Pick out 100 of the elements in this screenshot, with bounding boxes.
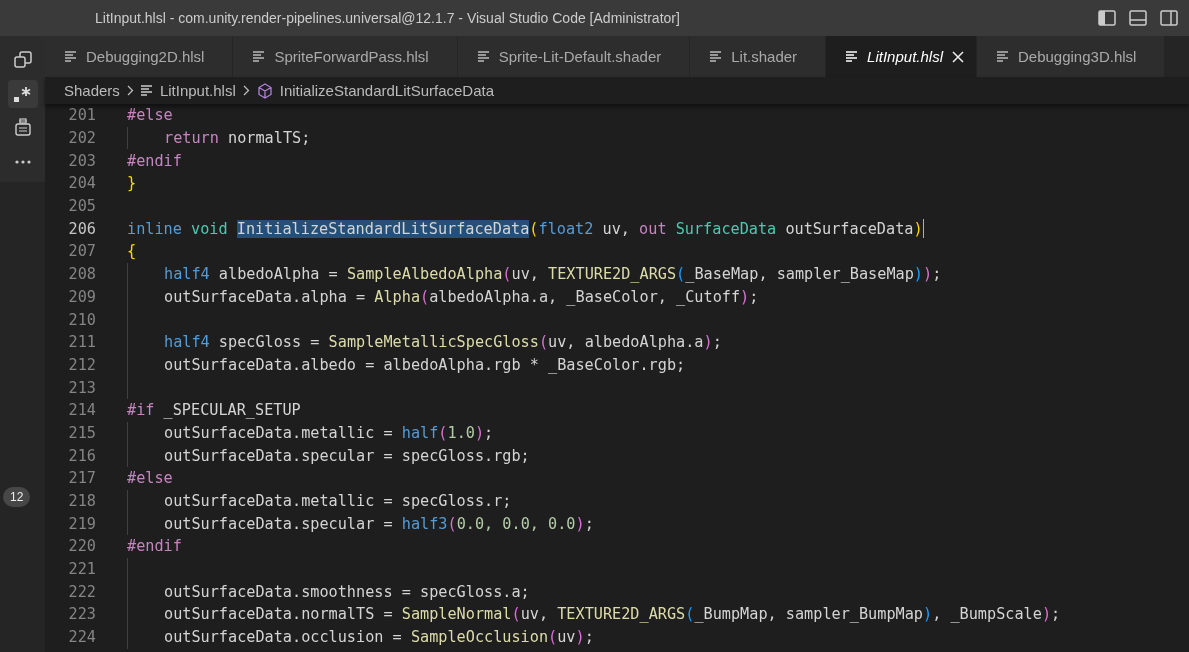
bracket-token: ( bbox=[548, 628, 558, 647]
file-lines-icon bbox=[477, 51, 490, 62]
type-token: half4 bbox=[164, 265, 210, 284]
regex-icon[interactable] bbox=[12, 85, 33, 103]
type-token: SurfaceData bbox=[675, 219, 777, 238]
function-token: SampleMetallicSpecGloss bbox=[328, 333, 539, 352]
editor-tab[interactable]: Debugging2D.hlsl bbox=[45, 36, 234, 77]
code-text: normalTS; bbox=[227, 129, 311, 148]
sidebar-toggle-icon[interactable] bbox=[1098, 10, 1116, 26]
line-number: 215 bbox=[67, 423, 96, 442]
line-number: 212 bbox=[67, 355, 96, 374]
code-text: outSurfaceData bbox=[784, 219, 914, 238]
code-text: outSurfaceData.alpha = bbox=[164, 287, 367, 306]
function-token: TEXTURE2D_ARGS bbox=[548, 265, 677, 284]
type-token: half bbox=[401, 423, 439, 442]
keyword-token: out bbox=[639, 219, 668, 238]
line-number: 217 bbox=[67, 469, 96, 488]
editor-tab[interactable]: SpriteForwardPass.hlsl bbox=[233, 36, 458, 77]
code-text: outSurfaceData.specular = specGloss.rgb; bbox=[164, 446, 530, 465]
code-text: ; bbox=[712, 333, 722, 352]
more-icon[interactable] bbox=[13, 159, 32, 165]
file-lines-icon bbox=[710, 51, 723, 62]
bracket-token: ( bbox=[676, 265, 686, 284]
keyword-token: #else bbox=[127, 469, 173, 488]
code-text: ; bbox=[484, 423, 494, 442]
selected-text: InitializeStandardLitSurfaceData bbox=[236, 219, 530, 238]
split-layout-icon[interactable] bbox=[1160, 10, 1178, 26]
line-number: 207 bbox=[67, 242, 96, 261]
code-text: specGloss = bbox=[217, 333, 321, 352]
function-token: SampleAlbedoAlpha bbox=[346, 265, 503, 284]
line-number: 210 bbox=[67, 310, 96, 329]
code-text: uv, bbox=[511, 265, 540, 284]
keyword-token: #else bbox=[127, 106, 173, 125]
code-text: outSurfaceData.albedo = albedoAlpha.rgb * _BaseColor.rgb; bbox=[164, 355, 686, 374]
number-token: 1.0 bbox=[447, 423, 475, 442]
bracket-token: ) bbox=[1041, 605, 1052, 624]
type-token: half3 bbox=[401, 514, 448, 533]
bracket-token: ( bbox=[538, 333, 549, 352]
code-text: ; bbox=[932, 265, 942, 284]
line-number: 218 bbox=[67, 492, 96, 511]
file-lines-icon bbox=[65, 51, 77, 62]
line-number: 221 bbox=[67, 560, 96, 579]
chevron-icon bbox=[242, 85, 250, 96]
breadcrumb-item[interactable]: InitializeStandardLitSurfaceData bbox=[279, 82, 495, 99]
number-token: 0.0, 0.0, 0.0 bbox=[456, 514, 576, 533]
chip-icon[interactable] bbox=[13, 118, 32, 138]
panel-toggle-icon[interactable] bbox=[1129, 10, 1147, 26]
bracket-token: } bbox=[127, 174, 137, 193]
file-lines-icon bbox=[140, 84, 153, 97]
function-token: SampleNormal bbox=[401, 605, 512, 624]
file-lines-icon bbox=[253, 51, 266, 62]
code-text: ; bbox=[1051, 605, 1061, 624]
type-token: half4 bbox=[164, 333, 210, 352]
bracket-token: ( bbox=[447, 514, 457, 533]
code-text: _BaseMap, sampler_BaseMap bbox=[685, 265, 914, 284]
code-text: , _BumpScale bbox=[932, 605, 1042, 624]
line-number: 203 bbox=[67, 151, 96, 170]
close-icon[interactable] bbox=[952, 50, 964, 63]
line-number: 206 bbox=[67, 219, 96, 238]
line-number: 219 bbox=[67, 514, 96, 533]
code-text: _SPECULAR_SETUP bbox=[162, 401, 301, 420]
code-text: ; bbox=[584, 514, 594, 533]
code-text: ; bbox=[584, 628, 594, 647]
breadcrumb-item[interactable]: Shaders bbox=[64, 82, 120, 99]
code-text: outSurfaceData.smoothness = specGloss.a; bbox=[164, 582, 530, 601]
line-number: 211 bbox=[67, 333, 96, 352]
bracket-token: ( bbox=[438, 423, 448, 442]
keyword-token: #endif bbox=[127, 151, 182, 170]
bracket-token: ) bbox=[740, 287, 750, 306]
editor-tab[interactable]: Sprite-Lit-Default.shader bbox=[457, 36, 691, 77]
code-text: outSurfaceData.specular = bbox=[164, 514, 394, 533]
bracket-token: ( bbox=[420, 287, 430, 306]
editor-tab[interactable]: LitInput.hlsl bbox=[826, 36, 977, 77]
line-number: 202 bbox=[67, 129, 96, 148]
code-text: outSurfaceData.occlusion = bbox=[164, 628, 403, 647]
bracket-token: { bbox=[127, 242, 137, 261]
keyword-token: return bbox=[164, 129, 219, 148]
bracket-token: ) bbox=[575, 514, 585, 533]
line-number: 213 bbox=[67, 378, 96, 397]
line-number: 214 bbox=[67, 401, 96, 420]
function-token: Alpha bbox=[374, 287, 421, 306]
function-token: SampleOcclusion bbox=[410, 628, 549, 647]
code-text: _BumpMap, sampler_BumpMap bbox=[694, 605, 923, 624]
bracket-token: ( bbox=[511, 605, 521, 624]
editor-tab[interactable]: Debugging3D.hlsl bbox=[977, 36, 1166, 77]
keyword-token: #if bbox=[127, 401, 155, 420]
copy-icon[interactable] bbox=[13, 51, 32, 69]
editor-tab[interactable]: Lit.shader bbox=[690, 36, 827, 77]
bracket-token: ( bbox=[685, 605, 695, 624]
code-text: uv bbox=[557, 628, 576, 647]
breadcrumb-item[interactable]: LitInput.hlsl bbox=[159, 82, 236, 99]
line-number: 208 bbox=[67, 265, 96, 284]
cube-icon bbox=[256, 82, 273, 99]
code-text: ; bbox=[749, 287, 759, 306]
bracket-token: ( bbox=[529, 219, 539, 238]
bracket-token: ) bbox=[923, 265, 933, 284]
bracket-token: ) bbox=[913, 219, 923, 238]
code-text: albedoAlpha.a, _BaseColor, _Cutoff bbox=[429, 287, 741, 306]
bracket-token: ) bbox=[575, 628, 585, 647]
type-token: float2 bbox=[538, 219, 594, 238]
